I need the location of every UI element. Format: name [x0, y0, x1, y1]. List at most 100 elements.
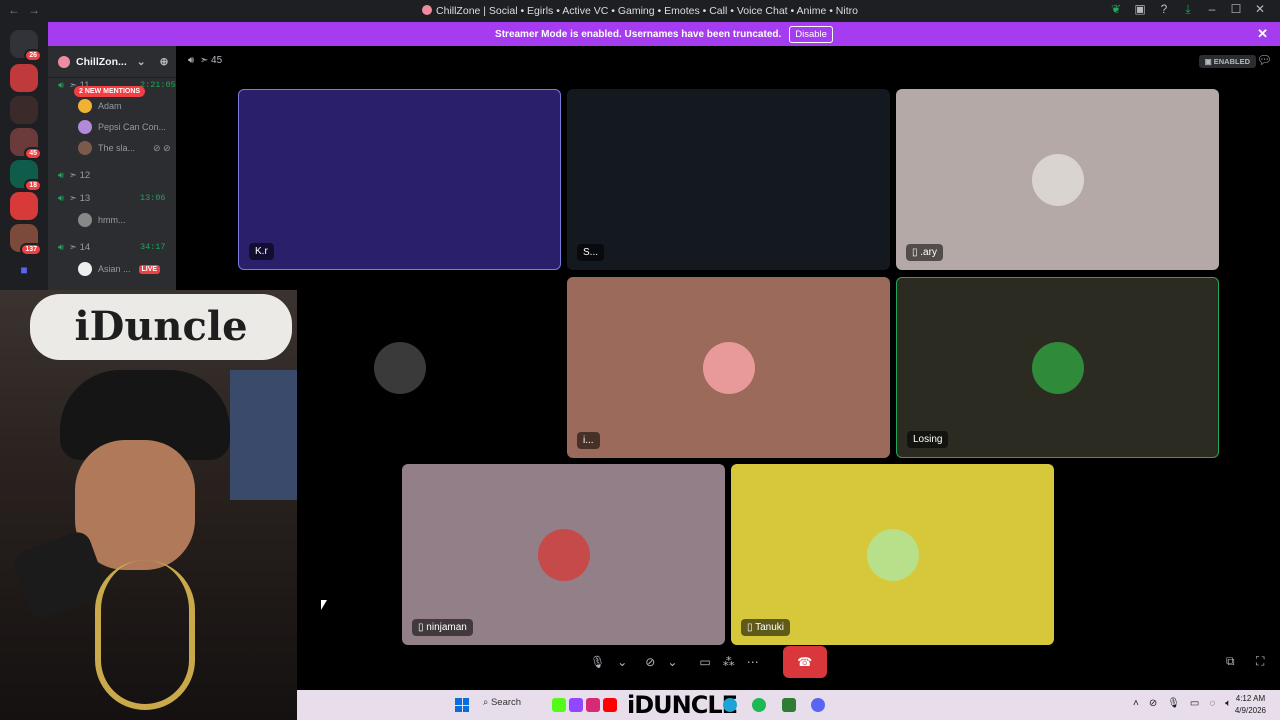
guild-header[interactable]: ChillZon... ⌄ ⊕ [48, 46, 176, 78]
inbox-icon[interactable]: ▣ [1128, 2, 1152, 17]
avatar [78, 262, 92, 276]
avatar [702, 341, 755, 394]
fullscreen-icon[interactable]: ⛶ [1256, 654, 1264, 669]
close-button[interactable]: ✕ [1248, 2, 1272, 17]
new-mentions-pill[interactable]: 2 NEW MENTIONS [74, 86, 146, 97]
streamer-mode-banner: Streamer Mode is enabled. Usernames have… [48, 22, 1280, 46]
chevron-down-icon[interactable]: ⌄ [667, 655, 677, 669]
hat-logo: iDuncle [30, 294, 292, 360]
participant-name: S... [577, 244, 605, 261]
server-icon[interactable] [10, 64, 38, 92]
unread-badge: 45 [24, 147, 42, 160]
muted-icon: ⊘ ⊘ [153, 142, 171, 153]
spotify-icon[interactable] [752, 698, 766, 712]
camera-off-icon[interactable]: ⊘ [645, 655, 655, 669]
disable-streamer-mode-button[interactable]: Disable [789, 25, 833, 43]
voice-channel-12[interactable]: 🔊︎ ➣ 12 [58, 170, 90, 181]
server-icon[interactable]: 45 [10, 128, 42, 160]
windows-taskbar: ⌕ Search iDUNCLE ˄⊘🎙︎▭◌🔈︎ 4:12 AM 4/9/20… [297, 690, 1280, 720]
kick-icon[interactable] [552, 698, 566, 712]
background-shelf [230, 370, 297, 500]
streamer-webcam: iDuncle [0, 290, 297, 720]
avatar [1031, 341, 1084, 394]
speaker-icon: 🔊︎ [58, 242, 64, 253]
maximize-button[interactable]: ☐ [1224, 2, 1248, 17]
video-tile[interactable]: Losing [896, 277, 1219, 458]
video-tile[interactable]: S... [567, 89, 890, 270]
brand-logo: iDUNCLE [627, 691, 738, 719]
live-badge: LIVE [138, 264, 161, 274]
avatar [78, 213, 92, 227]
taskbar-clock[interactable]: 4:12 AM 4/9/2026 [1235, 693, 1266, 717]
member-item[interactable]: hmm... [78, 213, 126, 227]
video-tile[interactable]: ▯ .ary [896, 89, 1219, 270]
edge-icon[interactable] [723, 698, 737, 712]
unread-badge: 137 [20, 243, 42, 256]
popout-icon[interactable]: ⧉ [1226, 654, 1235, 669]
speaker-icon: 🔊︎ [58, 80, 64, 91]
minimize-button[interactable]: – [1200, 2, 1224, 17]
participant-name: Losing [907, 431, 949, 448]
chain [95, 560, 195, 710]
member-item[interactable]: Asian ... LIVE [78, 262, 161, 276]
voice-channel-14[interactable]: 🔊︎ ➣ 14 34:17 [58, 242, 166, 253]
server-icon[interactable]: 137 [10, 224, 42, 256]
download-icon[interactable]: ⤓ [1176, 2, 1200, 17]
window-controls: ❦ ▣ ? ⤓ – ☐ ✕ [1104, 2, 1272, 17]
app-icon[interactable] [782, 698, 796, 712]
avatar [1031, 153, 1084, 206]
invite-icon[interactable]: ⊕ [160, 56, 169, 68]
help-icon[interactable]: ? [1152, 2, 1176, 17]
call-header: 🔊︎ ➣ 45 ▣ ENABLED 💬︎ [176, 46, 1280, 76]
participant-name: K.r [249, 243, 274, 260]
discord-icon[interactable] [811, 698, 825, 712]
unread-badge: 26 [24, 49, 42, 62]
channel-sidebar: ChillZon... ⌄ ⊕ 🔊︎➣ 112:21:05 2 NEW MENT… [48, 46, 176, 290]
guild-name: ChillZon... [76, 55, 127, 68]
call-controls: 🎙︎ ⌄ ⊘ ⌄ ▭ ⁂ ⋯ ☎︎ [590, 646, 827, 678]
instagram-icon[interactable] [586, 698, 600, 712]
participant-name: ▯ Tanuki [741, 619, 791, 636]
windows-start-icon[interactable] [455, 698, 469, 712]
participant-name: i... [577, 432, 600, 449]
video-tile[interactable]: i... [567, 277, 890, 458]
close-icon[interactable]: ✕ [1257, 26, 1268, 42]
microphone-icon[interactable]: 🎙︎ [590, 655, 605, 669]
activities-icon[interactable]: ⁂ [723, 655, 735, 669]
system-tray-icons[interactable]: ˄⊘🎙︎▭◌🔈︎ [1133, 698, 1241, 709]
avatar [78, 120, 92, 134]
twitch-icon[interactable] [569, 698, 583, 712]
member-item[interactable]: Adam [78, 99, 122, 113]
video-tile[interactable]: ▯ Tanuki [731, 464, 1054, 645]
youtube-icon[interactable] [603, 698, 617, 712]
voice-channel-13[interactable]: 🔊︎ ➣ 13 13:06 [58, 193, 166, 204]
server-icon[interactable]: 18 [10, 160, 42, 192]
more-icon[interactable]: ⋯ [747, 655, 759, 669]
participant-name: ▯ ninjaman [412, 619, 473, 636]
guild-icon [58, 55, 70, 68]
video-tile[interactable]: ▯ ninjaman [402, 464, 725, 645]
streamer-mode-badge: ▣ ENABLED [1198, 55, 1256, 68]
leaf-icon[interactable]: ❦ [1104, 2, 1128, 17]
disconnect-button[interactable]: ☎︎ [782, 646, 827, 678]
folder-icon[interactable]: ■ [10, 258, 38, 286]
chevron-down-icon[interactable]: ⌄ [137, 56, 146, 68]
avatar [373, 341, 426, 394]
member-item[interactable]: The sla... ⊘ ⊘ [78, 141, 171, 155]
server-icon[interactable] [10, 96, 38, 124]
chevron-down-icon[interactable]: ⌄ [617, 655, 627, 669]
window-title: ChillZone | Social • Egirls • Active VC … [0, 5, 1280, 17]
screen-share-icon[interactable]: ▭ [699, 655, 710, 669]
title-bar: ←→ ChillZone | Social • Egirls • Active … [0, 0, 1280, 22]
video-tile[interactable]: K.r [238, 89, 561, 270]
chat-icon[interactable]: 💬︎ [1257, 53, 1272, 67]
speaker-icon: 🔊︎ [58, 170, 64, 181]
server-icon[interactable]: 26 [10, 30, 42, 62]
member-item[interactable]: Pepsi Can Con... [78, 120, 166, 134]
speaker-icon: 🔊︎ [58, 193, 64, 204]
server-icon[interactable] [10, 192, 38, 220]
unread-badge: 18 [24, 179, 42, 192]
banner-text: Streamer Mode is enabled. Usernames have… [495, 28, 782, 40]
taskbar-search[interactable]: ⌕ Search [483, 697, 521, 708]
voice-channel-title: 🔊︎ ➣ 45 [188, 55, 223, 66]
